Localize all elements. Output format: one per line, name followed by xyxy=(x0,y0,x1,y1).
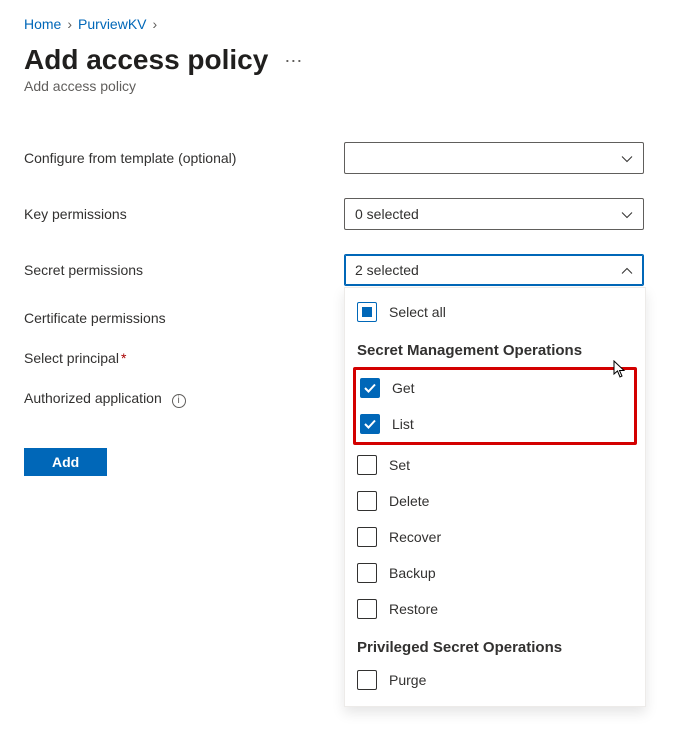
label-template: Configure from template (optional) xyxy=(24,150,344,166)
chevron-down-icon xyxy=(621,208,633,220)
page-subtitle: Add access policy xyxy=(24,78,657,94)
option-recover[interactable]: Recover xyxy=(345,519,645,555)
more-icon[interactable]: ⋯ xyxy=(284,51,303,72)
checkbox-empty-icon xyxy=(357,527,377,547)
label-select-principal: Select principal* xyxy=(24,350,344,366)
chevron-right-icon: › xyxy=(67,16,72,32)
option-set[interactable]: Set xyxy=(345,447,645,483)
page-title: Add access policy xyxy=(24,44,268,76)
checkbox-empty-icon xyxy=(357,599,377,619)
secret-permissions-value: 2 selected xyxy=(355,262,419,278)
label-cert-permissions: Certificate permissions xyxy=(24,310,344,326)
section-privileged: Privileged Secret Operations xyxy=(345,627,645,662)
option-delete-label: Delete xyxy=(389,493,429,509)
option-set-label: Set xyxy=(389,457,410,473)
checkbox-empty-icon xyxy=(357,491,377,511)
secret-permissions-select[interactable]: 2 selected xyxy=(344,254,644,286)
add-button[interactable]: Add xyxy=(24,448,107,476)
key-permissions-value: 0 selected xyxy=(355,206,419,222)
option-backup[interactable]: Backup xyxy=(345,555,645,591)
option-purge[interactable]: Purge xyxy=(345,662,645,698)
option-delete[interactable]: Delete xyxy=(345,483,645,519)
checkbox-empty-icon xyxy=(357,563,377,583)
option-list[interactable]: List xyxy=(356,406,634,442)
option-backup-label: Backup xyxy=(389,565,436,581)
label-key-permissions: Key permissions xyxy=(24,206,344,222)
breadcrumb-kv[interactable]: PurviewKV xyxy=(78,16,146,32)
label-authorized-app: Authorized application i xyxy=(24,390,344,408)
option-restore[interactable]: Restore xyxy=(345,591,645,627)
option-list-label: List xyxy=(392,416,414,432)
checkbox-empty-icon xyxy=(357,455,377,475)
breadcrumb: Home › PurviewKV › xyxy=(24,16,657,32)
chevron-right-icon: › xyxy=(153,16,158,32)
option-restore-label: Restore xyxy=(389,601,438,617)
key-permissions-select[interactable]: 0 selected xyxy=(344,198,644,230)
breadcrumb-home[interactable]: Home xyxy=(24,16,61,32)
checkbox-checked-icon xyxy=(360,414,380,434)
label-secret-permissions: Secret permissions xyxy=(24,262,344,278)
info-icon[interactable]: i xyxy=(172,394,186,408)
checkbox-empty-icon xyxy=(357,670,377,690)
chevron-up-icon xyxy=(621,264,633,276)
chevron-down-icon xyxy=(621,152,633,164)
template-select[interactable] xyxy=(344,142,644,174)
option-purge-label: Purge xyxy=(389,672,426,688)
option-recover-label: Recover xyxy=(389,529,441,545)
required-asterisk: * xyxy=(121,350,126,366)
